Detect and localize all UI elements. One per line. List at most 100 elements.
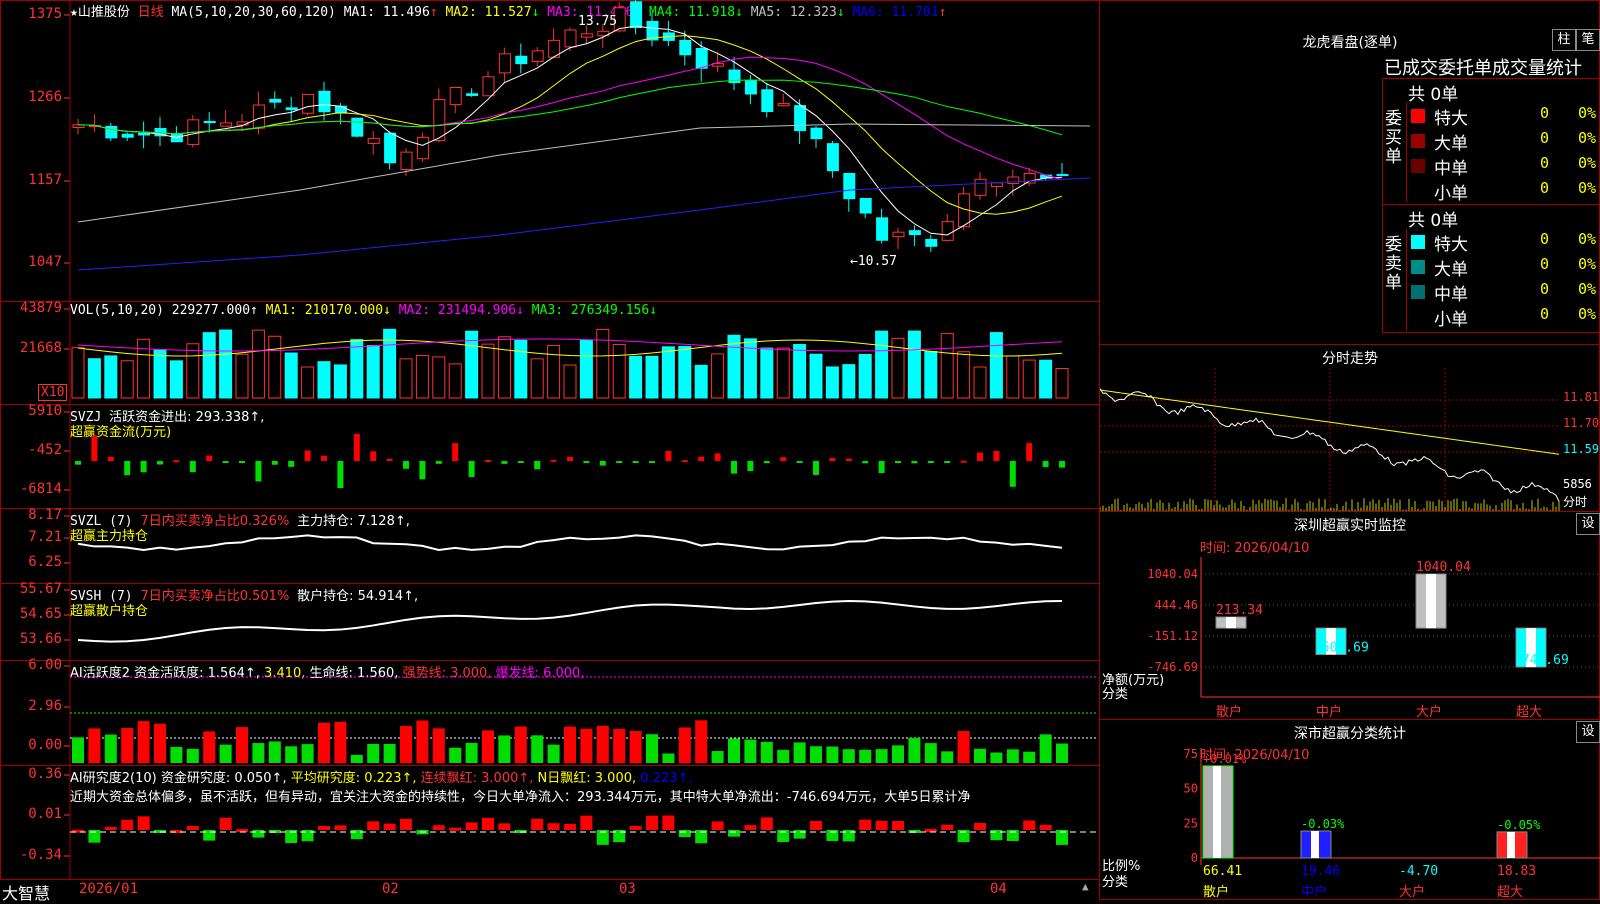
research-bar: [350, 830, 363, 840]
classify-top-label: +0.01%: [1203, 752, 1247, 766]
retail-position-line: [77, 600, 1063, 643]
activity-bar: [186, 748, 199, 763]
volume-bar: [1006, 355, 1020, 399]
volume-bar: [907, 330, 921, 399]
classify-chart: 75 50 25 0 +0.01% 66.41 散户 -0.03% 19.46 中户 -4.70 大户…: [1102, 747, 1600, 900]
fenshi-title: 分时走势: [1322, 351, 1378, 367]
y-tick: 5910: [28, 403, 62, 419]
candle-body: [843, 172, 856, 200]
flow-bar: [780, 457, 787, 461]
candle-body: [974, 178, 987, 196]
activity-bar: [842, 749, 855, 763]
brand-label: 大智慧: [2, 884, 51, 903]
flow-bar: [222, 461, 229, 463]
tick-view-button[interactable]: 笔: [1576, 29, 1600, 51]
y-tick: 43879: [19, 300, 62, 316]
classify-value: 19.46: [1301, 864, 1340, 879]
size-percent: 0%: [1578, 280, 1597, 298]
candle-body: [630, 1, 643, 29]
candle-body: [679, 39, 692, 56]
classify-y-tick: 50: [1184, 782, 1198, 796]
fenshi-y-tick: 11.70: [1563, 416, 1600, 430]
volume-bar: [579, 339, 593, 399]
volume-bar: [1055, 368, 1069, 399]
main-position-line: [77, 534, 1063, 552]
research-bar: [924, 828, 937, 832]
research-bar: [941, 824, 954, 830]
sell-side-label: 委卖单: [1385, 235, 1402, 293]
candle-body: [580, 33, 593, 38]
flow-bar: [353, 433, 360, 461]
y-tick: 54.65: [19, 606, 62, 622]
volume-bar: [678, 345, 692, 399]
classify-category: 散户: [1203, 884, 1229, 900]
flow-bar: [107, 456, 114, 461]
candle-body: [203, 120, 216, 124]
activity-bar: [88, 728, 101, 763]
flow-bar: [206, 455, 213, 461]
activity-bar: [613, 728, 626, 763]
bar-view-button[interactable]: 柱: [1552, 29, 1576, 51]
candle-body: [695, 47, 708, 69]
flow-bar: [649, 461, 655, 463]
volume-bar: [875, 330, 889, 399]
volume-bar: [120, 360, 134, 399]
buy-side-label: 委买单: [1385, 109, 1402, 167]
flow-bar: [796, 461, 803, 463]
activity-bar: [859, 749, 872, 763]
y-tick: -0.34: [19, 847, 62, 863]
y-tick: 53.66: [19, 631, 62, 647]
flow-bar: [747, 461, 754, 472]
buy-total: 共 0单: [1408, 85, 1459, 105]
activity-bar: [1039, 734, 1052, 763]
flow-bar: [763, 461, 770, 464]
activity-bar: [121, 728, 134, 763]
candle-body: [794, 105, 807, 132]
research-bar: [974, 823, 986, 830]
flow-bar: [813, 461, 819, 475]
main-chart-canvas[interactable]: [0, 0, 1100, 900]
research-bar: [564, 823, 576, 830]
research-bar: [629, 825, 642, 830]
flow-bar: [337, 461, 344, 489]
flow-bar: [698, 456, 705, 461]
high-price-label: 13.75: [578, 14, 618, 29]
activity-bar: [137, 721, 150, 763]
volume-bar: [776, 347, 790, 399]
flow-bar: [435, 461, 442, 464]
monitor-category: 中户: [1316, 704, 1342, 720]
fenshi-chart[interactable]: [1100, 368, 1600, 511]
candle-body: [859, 197, 872, 214]
size-swatch: [1411, 184, 1425, 198]
activity-bar: [514, 726, 527, 763]
volume-bar: [940, 333, 954, 399]
candle-body: [269, 98, 282, 103]
monitor-bar-highlight: [1426, 574, 1436, 629]
activity-bar: [728, 738, 740, 763]
volume-bar: [497, 336, 511, 399]
volume-bar: [448, 363, 462, 399]
classify-category: 超大: [1497, 885, 1523, 900]
candle-body: [761, 89, 774, 112]
volume-bar: [727, 334, 741, 399]
activity-bar: [268, 741, 281, 763]
activity-bar: [564, 726, 576, 763]
volume-bar: [169, 360, 183, 399]
flow-bar: [534, 461, 541, 470]
activity-bar: [170, 746, 183, 763]
size-count: 0: [1540, 230, 1550, 248]
activity-bar: [416, 720, 429, 763]
flow-bar: [189, 461, 196, 473]
volume-bar: [153, 349, 167, 399]
y-tick: 21668: [19, 340, 62, 356]
activity-bar: [400, 725, 412, 763]
candle-body: [252, 104, 265, 129]
activity-bar: [367, 743, 380, 763]
y-tick: 0.36: [28, 766, 62, 782]
volume-bar: [825, 366, 839, 399]
activity-bar: [810, 746, 822, 763]
y-tick: 55.67: [19, 581, 62, 597]
flow-bar: [583, 461, 590, 463]
y-tick: -452: [28, 442, 62, 458]
y-tick: 1047: [28, 254, 62, 270]
